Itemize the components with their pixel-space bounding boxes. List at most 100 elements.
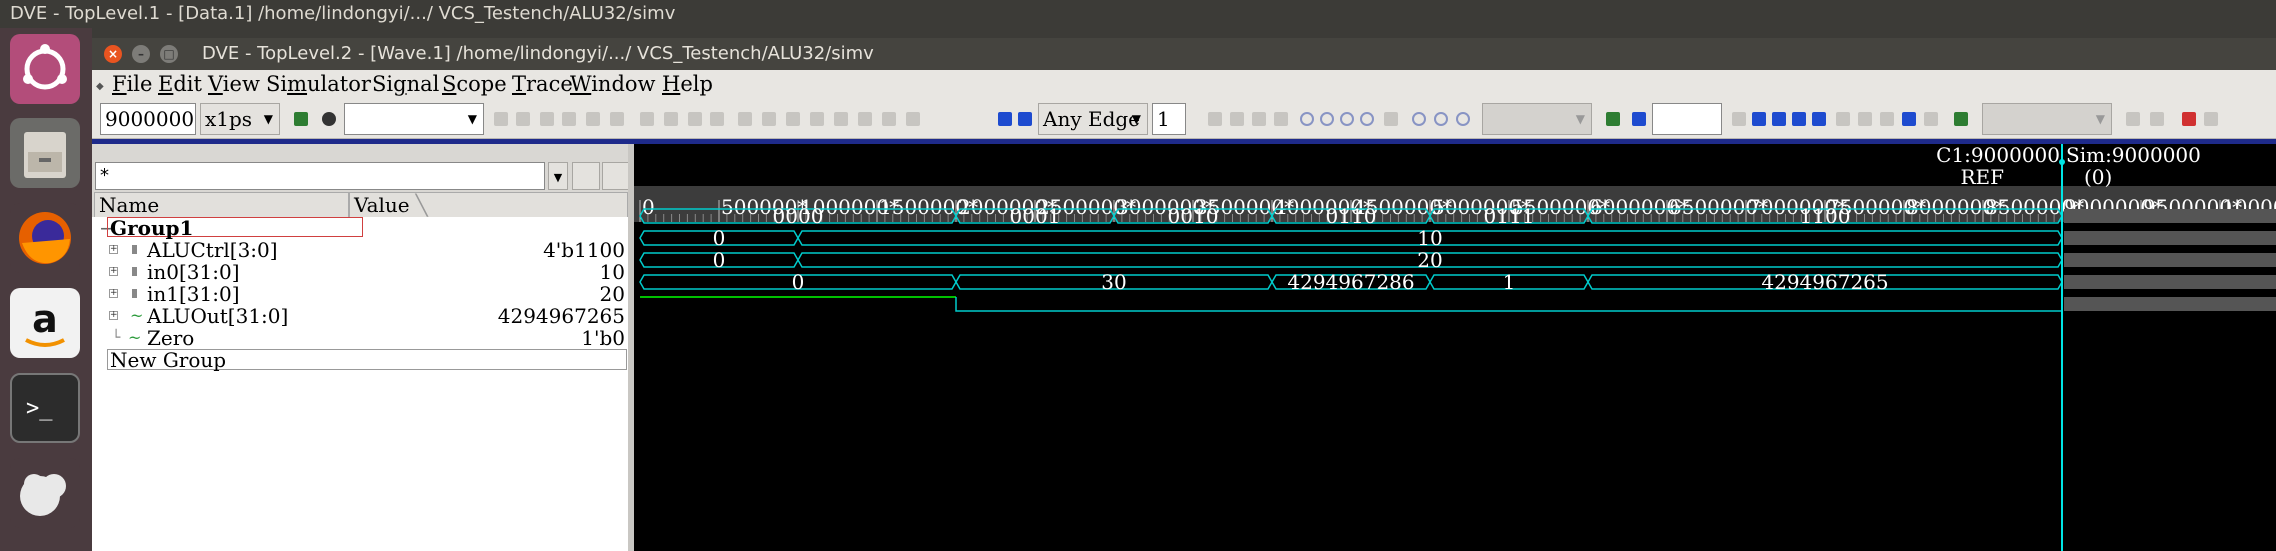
signal-row-zero[interactable]: └ ~ Zero 1'b0 bbox=[92, 327, 630, 349]
expand-icon[interactable]: + bbox=[109, 245, 118, 254]
signal-find-icon[interactable] bbox=[1880, 112, 1894, 126]
pointer-icon[interactable] bbox=[1208, 112, 1222, 126]
step-icon[interactable] bbox=[540, 112, 554, 126]
zoom-out-icon[interactable] bbox=[1252, 112, 1266, 126]
menu-help[interactable]: Help bbox=[662, 72, 713, 96]
menu-window[interactable]: Window bbox=[570, 72, 656, 96]
bus-value-label: 1 bbox=[1503, 270, 1516, 294]
signal-search-icon[interactable] bbox=[1902, 112, 1916, 126]
signal-edge-icon[interactable] bbox=[1752, 112, 1766, 126]
stop-icon[interactable] bbox=[610, 112, 624, 126]
amazon-icon[interactable]: a bbox=[10, 288, 80, 358]
menu-edit[interactable]: Edit bbox=[158, 72, 202, 96]
marker-icon[interactable] bbox=[834, 112, 848, 126]
signal-row-aluout[interactable]: + ~ ALUOut[31:0] 4294967265 bbox=[92, 305, 630, 327]
zoom-in-icon[interactable] bbox=[1230, 112, 1244, 126]
name-column-header[interactable]: Name bbox=[94, 192, 349, 218]
marker-select[interactable]: ▼ bbox=[1482, 103, 1592, 135]
window-tile-icon[interactable] bbox=[2150, 112, 2164, 126]
app-icon[interactable] bbox=[10, 458, 80, 528]
add-scope-icon[interactable] bbox=[294, 112, 308, 126]
filter-dropdown-button[interactable]: ▼ bbox=[548, 162, 568, 190]
down-arrow-icon[interactable] bbox=[1632, 112, 1646, 126]
signal-z-icon[interactable] bbox=[1858, 112, 1872, 126]
zoom-range-icon[interactable] bbox=[1274, 112, 1288, 126]
window-list-icon[interactable] bbox=[2126, 112, 2140, 126]
signal-row-in0[interactable]: + in0[31:0] 10 bbox=[92, 261, 630, 283]
layout-icon[interactable] bbox=[1954, 112, 1968, 126]
signal-fall-icon[interactable] bbox=[1792, 112, 1806, 126]
filter-options-icon[interactable] bbox=[572, 162, 600, 190]
back-icon[interactable] bbox=[688, 112, 702, 126]
zoom-prev-icon[interactable] bbox=[1384, 112, 1398, 126]
expand-icon[interactable]: + bbox=[109, 267, 118, 276]
run-icon[interactable] bbox=[586, 112, 600, 126]
eraser-icon[interactable] bbox=[882, 112, 896, 126]
grid-icon[interactable] bbox=[762, 112, 776, 126]
expand-icon[interactable]: + bbox=[109, 289, 118, 298]
new-group-row[interactable]: New Group bbox=[92, 349, 630, 371]
search-prev-icon[interactable] bbox=[494, 112, 508, 126]
undock-icon[interactable] bbox=[2182, 112, 2196, 126]
marker-prev-icon[interactable] bbox=[1412, 112, 1426, 126]
search-next-icon[interactable] bbox=[516, 112, 530, 126]
menu-file[interactable]: File bbox=[112, 72, 152, 96]
forward-icon[interactable] bbox=[710, 112, 724, 126]
future-region bbox=[2064, 275, 2276, 289]
menu-signal[interactable]: Signal bbox=[372, 72, 439, 96]
redo-icon[interactable] bbox=[664, 112, 678, 126]
view-icon[interactable] bbox=[810, 112, 824, 126]
probe-icon[interactable] bbox=[858, 112, 872, 126]
search-combo[interactable]: ▼ bbox=[344, 103, 484, 135]
zoom-region-icon[interactable] bbox=[1360, 112, 1374, 126]
undo-icon[interactable] bbox=[640, 112, 654, 126]
time-input[interactable]: 9000000 bbox=[100, 103, 196, 135]
signal-filter-input[interactable]: * bbox=[95, 162, 545, 190]
menu-trace[interactable]: Trace bbox=[512, 72, 573, 96]
ubuntu-dash-icon[interactable] bbox=[10, 34, 80, 104]
waveform-view[interactable]: 0 500000* 1000000* 1500000* 2000000* 2500000*… bbox=[634, 144, 2276, 551]
signal-prev-icon[interactable] bbox=[1732, 112, 1746, 126]
edge-count-input[interactable]: 1 bbox=[1152, 103, 1186, 135]
zoom-full-icon[interactable] bbox=[1320, 112, 1334, 126]
signal-rise-icon[interactable] bbox=[1772, 112, 1786, 126]
zoom-cursor-icon[interactable] bbox=[1340, 112, 1354, 126]
grid-table-icon[interactable] bbox=[1606, 112, 1620, 126]
signal-clear-icon[interactable] bbox=[1924, 112, 1938, 126]
minimize-button[interactable]: – bbox=[132, 45, 150, 63]
cursor-time-label: C1:9000000 bbox=[1936, 144, 2060, 167]
sim-time-label: Sim:9000000 bbox=[2066, 144, 2201, 167]
list-icon[interactable] bbox=[738, 112, 752, 126]
table-icon[interactable] bbox=[786, 112, 800, 126]
signal-row-aluctrl[interactable]: + ALUCtrl[3:0] 4'b1100 bbox=[92, 239, 630, 261]
edge-prev-icon[interactable] bbox=[998, 112, 1012, 126]
group-row[interactable]: − Group1 bbox=[92, 217, 630, 239]
edge-type-select[interactable]: Any Edge ▼ bbox=[1038, 103, 1148, 135]
expand-icon[interactable]: + bbox=[109, 311, 118, 320]
edge-next-icon[interactable] bbox=[1018, 112, 1032, 126]
dock-icon[interactable] bbox=[2204, 112, 2218, 126]
signal-x-icon[interactable] bbox=[1836, 112, 1850, 126]
firefox-icon[interactable] bbox=[10, 203, 80, 273]
value-column-header[interactable]: Value ╲ bbox=[349, 192, 628, 218]
time-unit-select[interactable]: x1ps ▼ bbox=[200, 103, 280, 135]
signal-row-in1[interactable]: + in1[31:0] 20 bbox=[92, 283, 630, 305]
marker-add-icon[interactable] bbox=[1434, 112, 1448, 126]
maximize-button[interactable]: □ bbox=[160, 45, 178, 63]
zoom-fit-icon[interactable] bbox=[1300, 112, 1314, 126]
menu-simulator[interactable]: Simulator bbox=[266, 72, 371, 96]
close-button[interactable]: × bbox=[104, 45, 122, 63]
file-cabinet-icon[interactable] bbox=[10, 118, 80, 188]
terminal-icon[interactable]: >_ bbox=[10, 373, 80, 443]
menu-scope[interactable]: Scope bbox=[442, 72, 507, 96]
layout-select[interactable]: ▼ bbox=[1982, 103, 2112, 135]
value-search-input[interactable] bbox=[1652, 103, 1722, 135]
signal-value-icon[interactable] bbox=[1812, 112, 1826, 126]
menu-view[interactable]: View bbox=[208, 72, 260, 96]
filter-type-icon[interactable] bbox=[602, 162, 630, 190]
binoculars-icon[interactable] bbox=[322, 112, 336, 126]
next-icon[interactable] bbox=[562, 112, 576, 126]
marker-next-icon[interactable] bbox=[1456, 112, 1470, 126]
bus-value-label: 1100 bbox=[1800, 204, 1851, 228]
trace-icon[interactable] bbox=[906, 112, 920, 126]
